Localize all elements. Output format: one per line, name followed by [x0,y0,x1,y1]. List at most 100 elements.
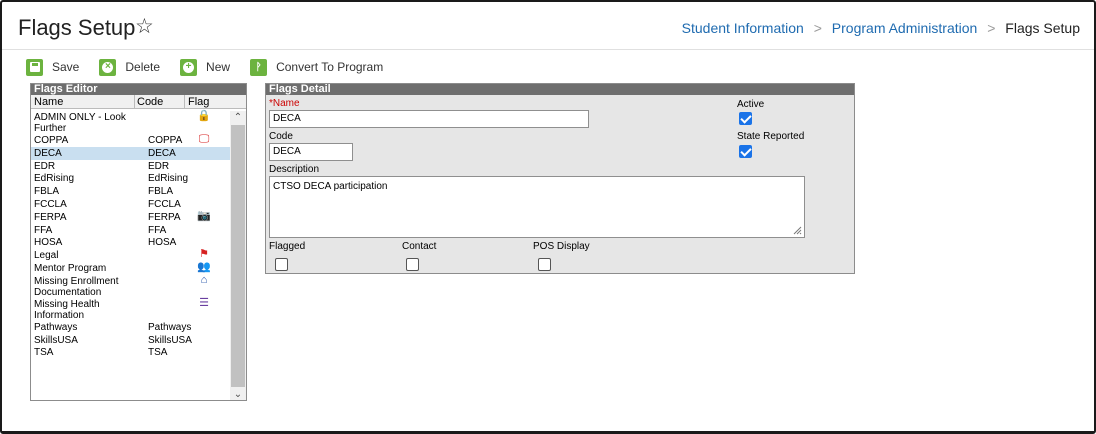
flags-list: ADMIN ONLY - Look Further 🔒 COPPA COPPA 🖵 DEC… [31,111,231,359]
breadcrumb: Student Information > Program Administra… [682,20,1080,36]
flagged-checkbox[interactable] [275,258,288,271]
users-icon: 👥 [197,260,211,273]
breadcrumb-separator: > [813,20,822,36]
flag-row[interactable]: FCCLA FCCLA [31,198,231,211]
flag-row-code: FERPA [148,211,181,223]
flags-detail-panel: Flags Detail *Name DECA Code DECA Descri… [265,83,855,274]
scroll-up-icon[interactable]: ⌃ [230,111,246,124]
flags-editor-panel: Flags Editor Name Code Flag ADMIN ONLY -… [30,83,247,401]
pos-display-checkbox[interactable] [538,258,551,271]
favorite-star-icon[interactable]: ☆ [135,14,154,39]
flag-row-name: HOSA [34,237,63,249]
pos-display-label: POS Display [533,241,590,252]
resize-handle-icon[interactable] [793,226,802,235]
code-label: Code [269,131,293,142]
delete-button[interactable]: × Delete [99,58,161,76]
breadcrumb-program-administration[interactable]: Program Administration [832,20,978,36]
flag-row-name: FCCLA [34,198,67,210]
flag-row-name: FFA [34,224,53,236]
contact-checkbox[interactable] [406,258,419,271]
flag-row-code: EdRising [148,173,189,185]
flag-row-name: Mentor Program [34,262,107,274]
action-toolbar: Save × Delete + New ᚹ Convert To Program [26,56,403,78]
column-divider [184,95,185,109]
flag-row-name: FERPA [34,211,67,223]
save-button-label: Save [52,60,80,74]
delete-icon: × [99,58,117,76]
flag-row-code: Pathways [148,321,192,333]
column-code[interactable]: Code [137,95,163,109]
convert-to-program-button[interactable]: ᚹ Convert To Program [250,58,384,76]
description-text: CTSO DECA participation [273,181,388,192]
name-input[interactable]: DECA [269,110,589,128]
scroll-down-icon[interactable]: ⌄ [230,388,246,400]
description-textarea[interactable]: CTSO DECA participation [269,176,805,238]
flags-detail-title: Flags Detail [266,84,854,95]
flag-row[interactable]: Pathways Pathways [31,321,231,334]
column-flag[interactable]: Flag [188,95,209,109]
state-reported-label: State Reported [737,131,805,142]
flag-row[interactable]: SkillsUSA SkillsUSA [31,334,231,347]
camera-icon: 📷 [197,209,211,222]
name-label: *Name [269,98,300,109]
flag-row[interactable]: FERPA FERPA 📷 [31,209,231,224]
column-name[interactable]: Name [34,95,63,109]
flag-row[interactable]: FBLA FBLA [31,185,231,198]
flag-row[interactable]: Missing Enrollment Documentation ⌂ [31,273,231,298]
column-divider [134,95,135,109]
code-input[interactable]: DECA [269,143,353,161]
flags-editor-column-header: Name Code Flag [31,95,246,109]
flagged-label: Flagged [269,241,306,252]
flag-row-code: EDR [148,160,170,172]
flag-row-code: HOSA [148,237,177,249]
flag-row-name: TSA [34,347,54,359]
flag-row-code: FFA [148,224,167,236]
flag-row[interactable]: DECA DECA [31,146,231,160]
flag-row-name: Pathways [34,321,78,333]
save-icon [26,58,43,76]
breadcrumb-separator: > [987,20,996,36]
app-window: Flags Setup ☆ Student Information > Prog… [0,0,1096,434]
convert-to-program-label: Convert To Program [276,60,384,74]
page-header: Flags Setup ☆ Student Information > Prog… [2,2,1094,50]
home-icon: ⌂ [200,273,208,286]
new-button-label: New [206,60,231,74]
lock-icon: 🔒 [197,110,211,122]
flag-row-name: ADMIN ONLY - Look Further [34,112,126,134]
contact-label: Contact [402,241,437,252]
breadcrumb-student-information[interactable]: Student Information [682,20,804,36]
scroll-thumb[interactable] [231,125,245,387]
branch-icon: ᚹ [250,58,268,76]
flag-row-name: Missing Health Information [34,298,100,321]
flags-editor-title: Flags Editor [31,84,246,95]
flag-row-code: DECA [148,147,176,159]
flag-row-name: EdRising [34,173,75,185]
flag-row[interactable]: Mentor Program 👥 [31,260,231,275]
flag-row-name: Missing Enrollment Documentation [34,275,119,298]
delete-button-label: Delete [125,60,161,74]
flag-row-code: SkillsUSA [148,334,192,346]
flag-row[interactable]: COPPA COPPA 🖵 [31,134,231,147]
flag-row[interactable]: FFA FFA [31,224,231,237]
flag-row-name: COPPA [34,135,69,146]
state-reported-checkbox[interactable] [739,145,752,158]
flag-row-code: FBLA [148,186,174,198]
flag-row-name: FBLA [34,186,60,198]
active-label: Active [737,99,765,110]
new-button[interactable]: + New [180,58,231,76]
flag-row-code: TSA [148,347,168,359]
flags-list-scrollbar[interactable]: ⌃ ⌄ [230,111,246,400]
checklist-icon: ☰ [199,296,209,309]
flag-row[interactable]: EdRising EdRising [31,172,231,185]
add-icon: + [180,58,198,76]
flag-row[interactable]: TSA TSA [31,346,231,359]
save-button[interactable]: Save [26,58,80,76]
active-checkbox[interactable] [739,112,752,125]
page-title: Flags Setup [18,15,136,40]
flag-row[interactable]: ADMIN ONLY - Look Further 🔒 [31,110,231,135]
flag-row[interactable]: EDR EDR [31,160,231,173]
flag-row-name: DECA [34,147,62,159]
flag-row-name: SkillsUSA [34,334,78,346]
monitor-icon: 🖵 [198,133,210,145]
flag-row[interactable]: Missing Health Information ☰ [31,296,231,321]
